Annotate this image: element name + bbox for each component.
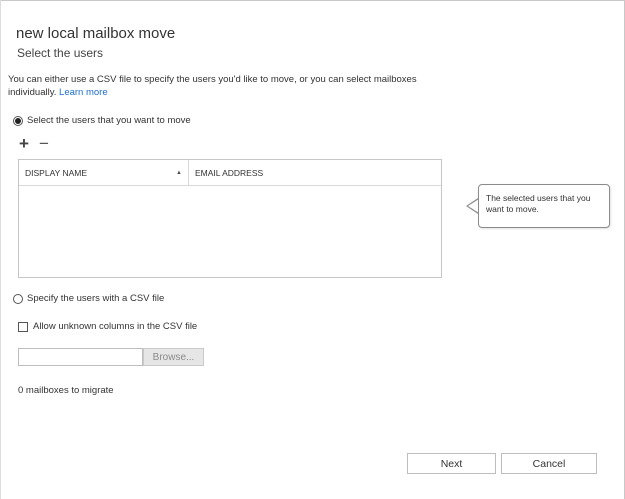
allow-unknown-columns-checkbox[interactable]	[18, 321, 28, 332]
column-display-name-label: DISPLAY NAME	[25, 167, 88, 178]
column-email-address[interactable]: EMAIL ADDRESS	[189, 160, 441, 185]
cancel-button[interactable]: Cancel	[501, 453, 597, 474]
csv-file-path-input[interactable]	[18, 348, 143, 366]
allow-unknown-columns-label: Allow unknown columns in the CSV file	[33, 321, 198, 332]
help-callout: The selected users that you want to move…	[478, 184, 610, 228]
select-users-option[interactable]: Select the users that you want to move	[13, 115, 191, 126]
browse-button[interactable]: Browse...	[143, 348, 204, 366]
sort-ascending-icon: ▲	[176, 169, 182, 176]
mailbox-count-text: 0 mailboxes to migrate	[18, 385, 114, 396]
users-grid[interactable]: DISPLAY NAME ▲ EMAIL ADDRESS	[18, 159, 442, 278]
add-user-button[interactable]: +	[19, 135, 29, 152]
grid-header: DISPLAY NAME ▲ EMAIL ADDRESS	[19, 160, 441, 186]
next-button[interactable]: Next	[407, 453, 496, 474]
csv-file-label: Specify the users with a CSV file	[27, 293, 165, 304]
window-top-border	[0, 0, 625, 1]
column-email-address-label: EMAIL ADDRESS	[195, 167, 264, 178]
csv-file-radio[interactable]	[13, 293, 23, 304]
wizard-step-title: Select the users	[17, 46, 104, 60]
learn-more-link[interactable]: Learn more	[59, 87, 108, 98]
allow-unknown-columns-option[interactable]: Allow unknown columns in the CSV file	[18, 321, 197, 332]
remove-user-button[interactable]: −	[39, 135, 49, 152]
window-left-border	[0, 0, 1, 499]
column-display-name[interactable]: DISPLAY NAME ▲	[19, 160, 189, 185]
csv-file-option[interactable]: Specify the users with a CSV file	[13, 293, 164, 304]
intro-paragraph: You can either use a CSV file to specify…	[8, 73, 448, 99]
select-users-radio[interactable]	[13, 115, 23, 126]
select-users-label: Select the users that you want to move	[27, 115, 191, 126]
wizard-title: new local mailbox move	[16, 25, 176, 42]
